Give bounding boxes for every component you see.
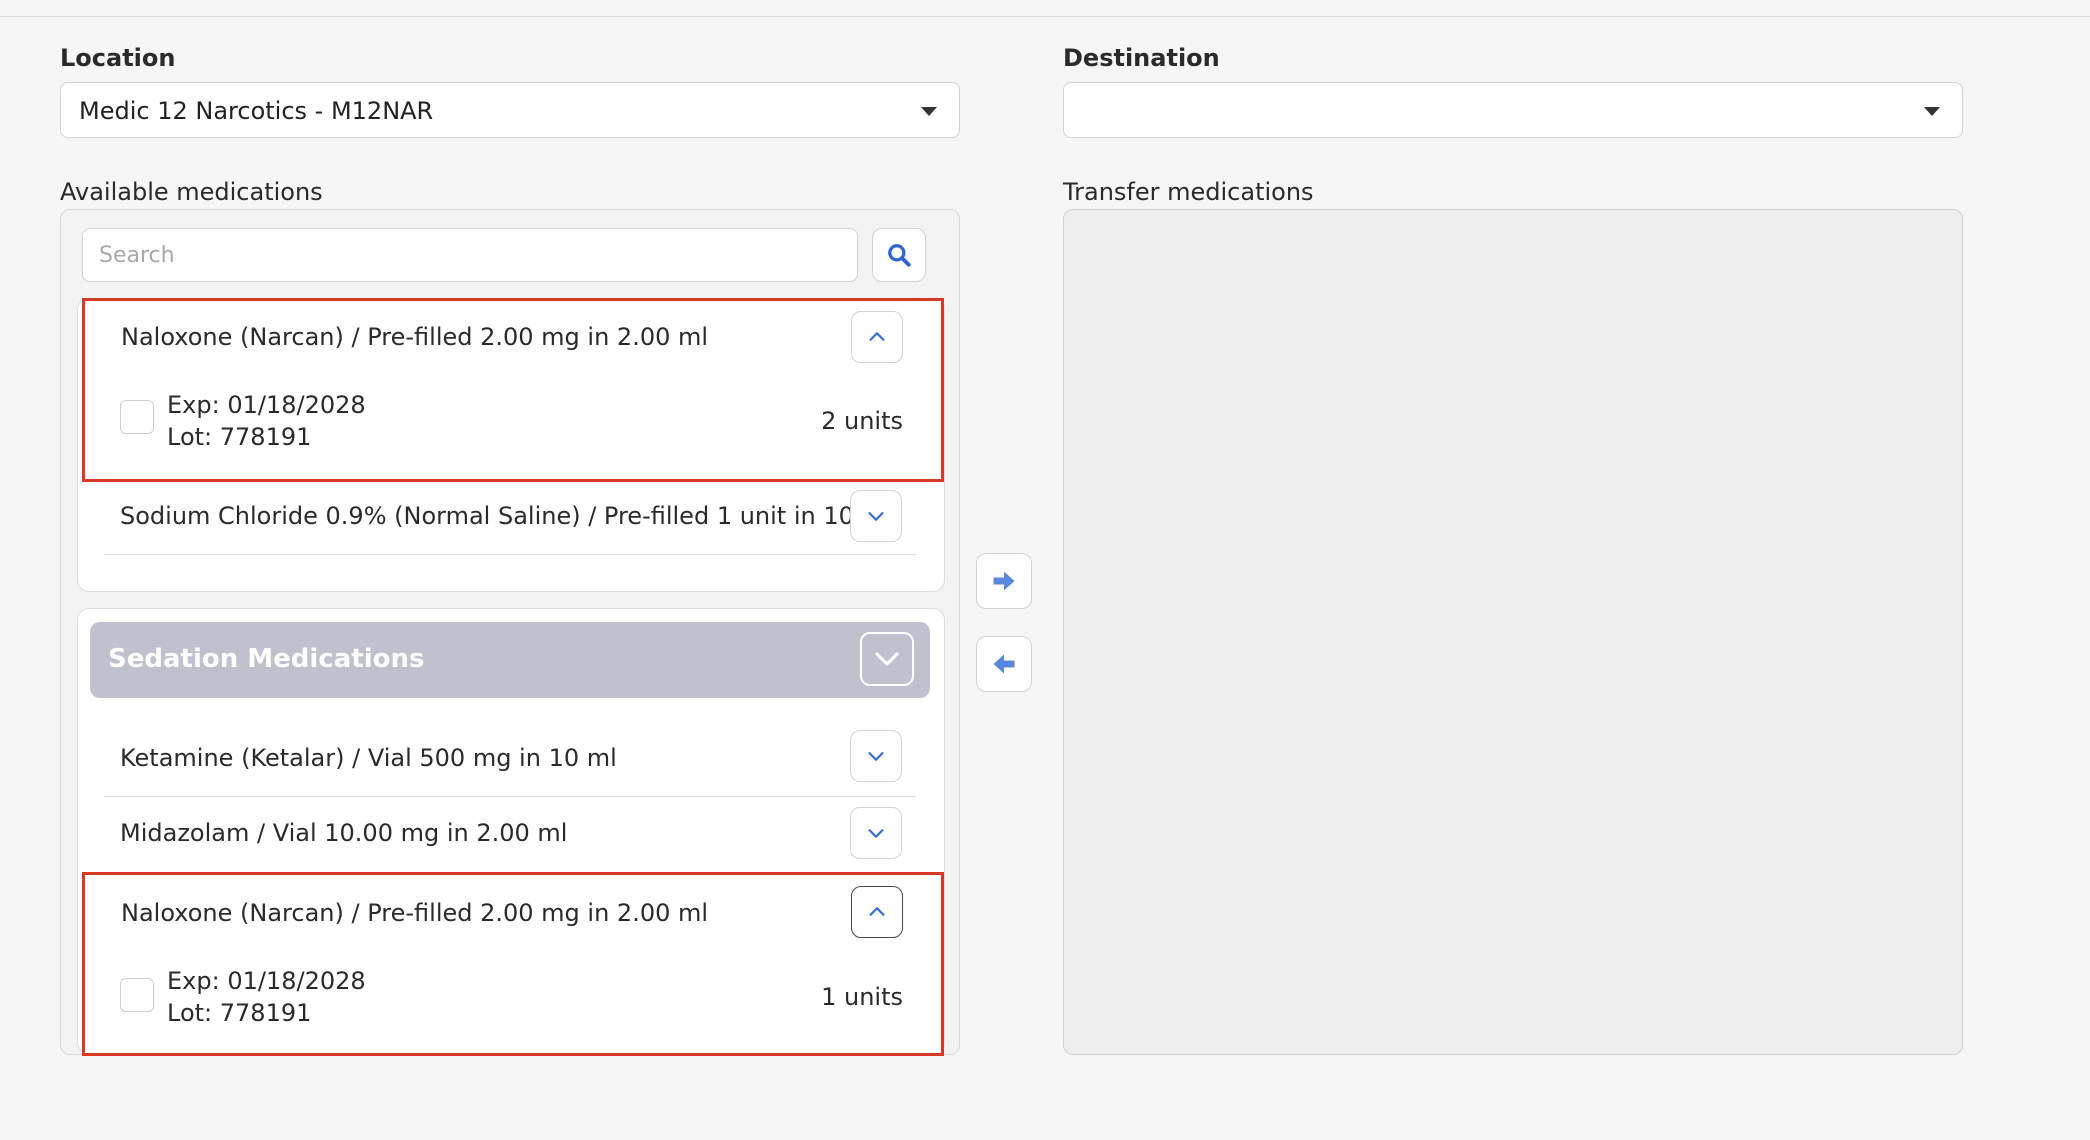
caret-down-icon	[1924, 107, 1940, 116]
search-input[interactable]	[82, 228, 858, 282]
expiration-date: Exp: 01/18/2028	[167, 391, 366, 419]
highlighted-item: Naloxone (Narcan) / Pre-filled 2.00 mg i…	[82, 872, 944, 1056]
chevron-up-icon	[869, 907, 885, 916]
search-icon	[888, 244, 911, 267]
list-item[interactable]: Sodium Chloride 0.9% (Normal Saline) / P…	[104, 482, 916, 555]
list-item[interactable]: Midazolam / Vial 10.00 mg in 2.00 ml	[104, 797, 916, 871]
move-left-button[interactable]	[976, 636, 1032, 692]
chevron-down-icon	[868, 512, 884, 521]
lot-number: Lot: 778191	[167, 999, 312, 1027]
destination-label: Destination	[1063, 44, 1220, 72]
group-title: Sedation Medications	[108, 644, 425, 674]
collapse-button[interactable]	[851, 886, 903, 938]
lot-number: Lot: 778191	[167, 423, 312, 451]
chevron-down-icon	[868, 752, 884, 761]
search-button[interactable]	[872, 228, 926, 282]
medication-name: Naloxone (Narcan) / Pre-filled 2.00 mg i…	[121, 899, 709, 927]
medication-name: Ketamine (Ketalar) / Vial 500 mg in 10 m…	[120, 744, 617, 772]
unit-count: 2 units	[821, 407, 903, 435]
expiration-date: Exp: 01/18/2028	[167, 967, 366, 995]
location-select[interactable]: Medic 12 Narcotics - M12NAR	[60, 82, 960, 138]
arrow-right-icon	[993, 571, 1015, 591]
lot-details: Exp: 01/18/2028 Lot: 778191	[167, 389, 366, 453]
available-medications-label: Available medications	[60, 178, 323, 206]
expand-button[interactable]	[850, 490, 902, 542]
group-header[interactable]: Sedation Medications	[90, 622, 930, 698]
destination-select[interactable]	[1063, 82, 1963, 138]
group-toggle-button[interactable]	[860, 632, 914, 686]
move-right-button[interactable]	[976, 553, 1032, 609]
unit-count: 1 units	[821, 983, 903, 1011]
lot-details: Exp: 01/18/2028 Lot: 778191	[167, 965, 366, 1029]
medication-name: Naloxone (Narcan) / Pre-filled 2.00 mg i…	[121, 323, 709, 351]
chevron-down-icon	[875, 652, 899, 666]
arrow-left-icon	[993, 654, 1015, 674]
top-divider	[0, 0, 2090, 17]
transfer-medications-label: Transfer medications	[1063, 178, 1314, 206]
caret-down-icon	[921, 107, 937, 116]
transfer-medications-list[interactable]	[1063, 209, 1963, 1055]
location-value: Medic 12 Narcotics - M12NAR	[79, 97, 434, 125]
chevron-down-icon	[868, 829, 884, 838]
highlighted-item: Naloxone (Narcan) / Pre-filled 2.00 mg i…	[82, 298, 944, 482]
medication-name: Midazolam / Vial 10.00 mg in 2.00 ml	[120, 819, 568, 847]
chevron-up-icon	[869, 332, 885, 341]
expand-button[interactable]	[850, 807, 902, 859]
expand-button[interactable]	[850, 730, 902, 782]
list-item[interactable]: Ketamine (Ketalar) / Vial 500 mg in 10 m…	[104, 722, 916, 797]
location-label: Location	[60, 44, 176, 72]
lot-checkbox[interactable]	[120, 400, 154, 434]
lot-checkbox[interactable]	[120, 978, 154, 1012]
medication-name: Sodium Chloride 0.9% (Normal Saline) / P…	[120, 502, 892, 530]
collapse-button[interactable]	[851, 311, 903, 363]
